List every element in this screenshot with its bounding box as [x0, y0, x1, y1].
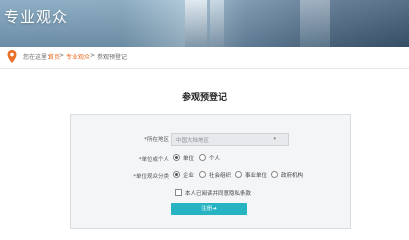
registration-form: *所在地区 中国大陆地区 ▾ *单位或个人 单位 个人 *单位观众分类 企业 社… [70, 114, 351, 229]
arrow-icon: ➔ [212, 206, 217, 212]
breadcrumb-separator: > [59, 52, 65, 59]
category-option-social-org[interactable]: 社会组织 [199, 171, 231, 179]
consent-text: 本人已阅读并同意隐私条款 [185, 191, 252, 197]
entity-label: *单位或个人 [138, 157, 169, 163]
category-option-institution[interactable]: 事业单位 [235, 171, 267, 179]
radio-icon[interactable] [199, 171, 206, 178]
radio-icon[interactable] [173, 154, 180, 161]
checkbox-icon[interactable] [175, 189, 182, 196]
radio-icon[interactable] [199, 154, 206, 161]
entity-option-unit[interactable]: 单位 [173, 154, 194, 162]
entity-option-person[interactable]: 个人 [199, 154, 220, 162]
header-banner: 专业观众 [0, 0, 409, 47]
register-button[interactable]: 注册➔ [171, 203, 247, 215]
radio-icon[interactable] [271, 171, 278, 178]
banner-title: 专业观众 [4, 8, 69, 26]
breadcrumb-separator: > [90, 52, 96, 59]
breadcrumb: 您在这里： 首页 > 专业观众 > 参观预登记 [0, 47, 409, 69]
breadcrumb-visitors[interactable]: 专业观众 [66, 52, 90, 61]
region-label: *所在地区 [144, 137, 169, 143]
location-pin-icon [7, 50, 17, 63]
radio-icon[interactable] [173, 171, 180, 178]
category-label: *单位观众分类 [133, 174, 169, 180]
register-label: 注册 [201, 206, 213, 212]
radio-icon[interactable] [235, 171, 242, 178]
privacy-consent[interactable]: 本人已阅读并同意隐私条款 [175, 189, 251, 197]
category-option-enterprise[interactable]: 企业 [173, 171, 194, 179]
category-option-government[interactable]: 政府机构 [271, 171, 303, 179]
region-select[interactable]: 中国大陆地区 ▾ [171, 133, 289, 146]
region-value: 中国大陆地区 [176, 138, 210, 144]
breadcrumb-current: 参观预登记 [97, 54, 128, 61]
chevron-down-icon: ▾ [273, 136, 276, 142]
page-title: 参观预登记 [181, 93, 227, 103]
